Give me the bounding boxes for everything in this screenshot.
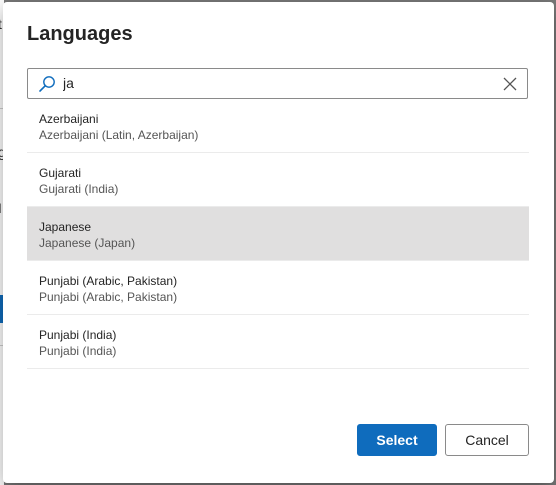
language-description: Punjabi (India) bbox=[39, 344, 117, 358]
language-description: Azerbaijani (Latin, Azerbaijan) bbox=[39, 128, 199, 142]
language-name: Azerbaijani bbox=[39, 112, 99, 126]
language-description: Punjabi (Arabic, Pakistan) bbox=[39, 290, 178, 304]
language-description: Gujarati (India) bbox=[39, 182, 119, 196]
list-item[interactable]: Punjabi (Arabic, Pakistan) Punjabi (Arab… bbox=[27, 261, 529, 315]
list-item[interactable]: Azerbaijani Azerbaijani (Latin, Azerbaij… bbox=[27, 99, 529, 153]
background-text: I bbox=[0, 200, 2, 216]
cancel-button[interactable]: Cancel bbox=[445, 424, 529, 456]
search-icon bbox=[39, 76, 55, 92]
list-item[interactable]: Gujarati Gujarati (India) bbox=[27, 153, 529, 207]
language-name: Punjabi (Arabic, Pakistan) bbox=[39, 274, 178, 288]
background-text: t bbox=[0, 16, 2, 32]
search-input[interactable] bbox=[63, 73, 483, 93]
languages-dialog: Languages Azerbaijani Azerbaijani (Latin… bbox=[3, 2, 554, 483]
dialog-title: Languages bbox=[27, 23, 133, 45]
language-name: Japanese bbox=[39, 220, 92, 234]
language-list: Azerbaijani Azerbaijani (Latin, Azerbaij… bbox=[27, 99, 529, 369]
language-name: Gujarati bbox=[39, 166, 82, 180]
close-icon[interactable] bbox=[503, 77, 517, 91]
select-button[interactable]: Select bbox=[357, 424, 437, 456]
language-description: Japanese (Japan) bbox=[39, 236, 136, 250]
list-item[interactable]: Punjabi (India) Punjabi (India) bbox=[27, 315, 529, 369]
language-name: Punjabi (India) bbox=[39, 328, 117, 342]
search-box[interactable] bbox=[27, 68, 528, 99]
list-item-selected[interactable]: Japanese Japanese (Japan) bbox=[27, 207, 529, 261]
